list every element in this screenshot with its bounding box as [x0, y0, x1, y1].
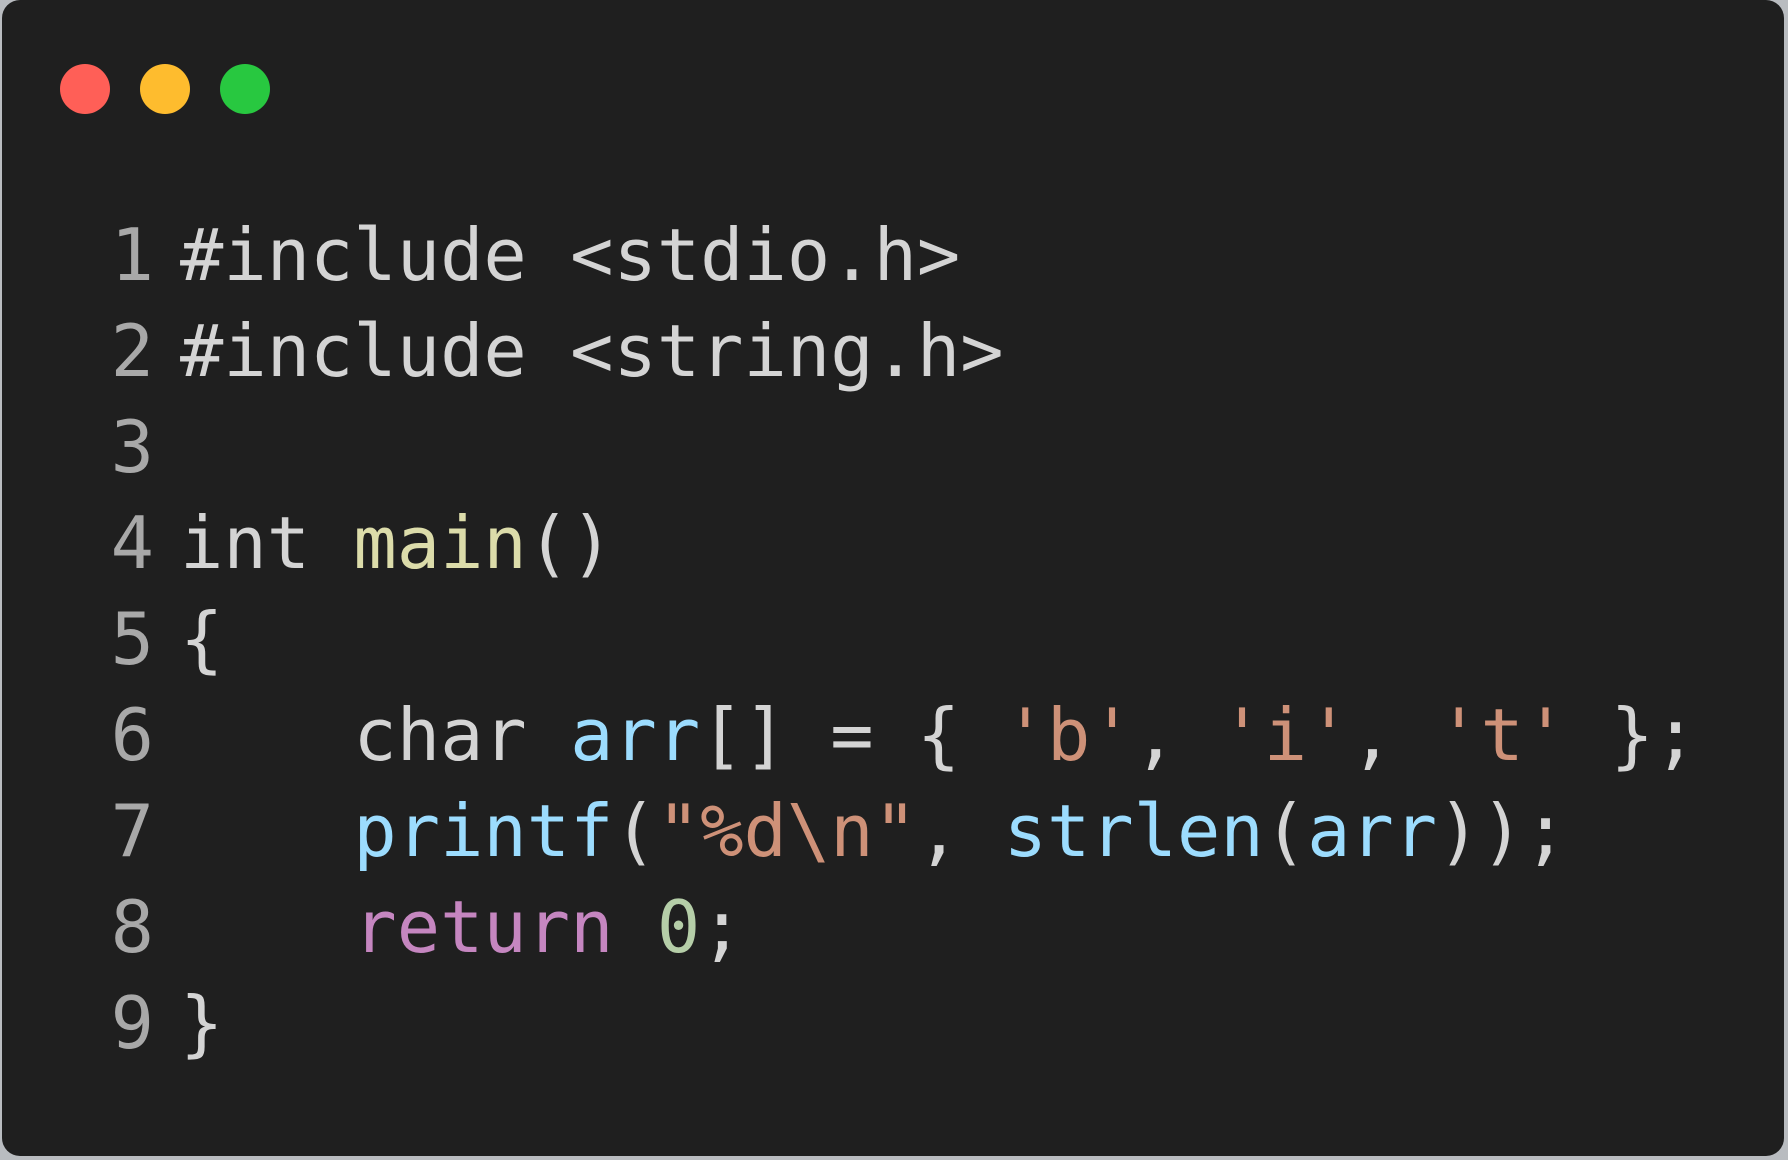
minimize-button[interactable] — [140, 64, 190, 114]
code-token: } — [180, 981, 224, 1065]
code-line: 7 printf("%d\n", strlen(arr)); — [110, 783, 1697, 879]
line-source: char arr[] = { 'b', 'i', 't' }; — [180, 687, 1697, 783]
code-line: 3 — [110, 399, 1697, 495]
line-source: } — [180, 975, 223, 1071]
line-source: { — [180, 591, 223, 687]
code-token: #include <stdio.h> — [180, 213, 961, 297]
code-token: [] = { — [700, 693, 1004, 777]
code-line: 8 return 0; — [110, 879, 1697, 975]
code-token: () — [526, 501, 614, 585]
zoom-button[interactable] — [220, 64, 270, 114]
code-token: { — [180, 597, 224, 681]
code-token: main — [353, 501, 527, 585]
code-token: #include <string.h> — [180, 309, 1004, 393]
line-source: return 0; — [180, 879, 744, 975]
line-number: 8 — [110, 885, 154, 969]
code-line: 5{ — [110, 591, 1697, 687]
line-source: printf("%d\n", strlen(arr)); — [180, 783, 1567, 879]
code-token: ( — [613, 789, 657, 873]
code-token: , — [916, 789, 1004, 873]
code-line: 4 int main() — [110, 495, 1697, 591]
line-number: 4 — [110, 501, 154, 585]
code-block: 1 #include <stdio.h> 2 #include <string.h> 3… — [110, 207, 1698, 1071]
line-number: 7 — [110, 789, 154, 873]
code-token: )); — [1437, 789, 1568, 873]
line-number: 2 — [110, 309, 154, 393]
line-number: 1 — [110, 213, 154, 297]
code-token: ( — [1263, 789, 1308, 873]
code-token: 0 — [656, 885, 701, 969]
code-window: 1 #include <stdio.h> 2 #include <string.h> 3… — [2, 0, 1784, 1156]
code-token: 't' — [1437, 693, 1568, 777]
code-token: "%d\n" — [656, 789, 917, 873]
code-token: , — [1350, 693, 1438, 777]
code-token: 'i' — [1220, 693, 1351, 777]
line-number: 5 — [110, 597, 154, 681]
code-line: 2 #include <string.h> — [110, 303, 1697, 399]
code-token: int — [180, 501, 354, 585]
code-token: arr — [570, 693, 701, 777]
code-token: 'b' — [1003, 693, 1134, 777]
line-number: 3 — [110, 405, 154, 489]
line-number: 9 — [110, 981, 154, 1065]
code-token: , — [1133, 693, 1221, 777]
close-button[interactable] — [60, 64, 110, 114]
code-line: 6 char arr[] = { 'b', 'i', 't' }; — [110, 687, 1698, 783]
code-token: ; — [700, 885, 744, 969]
code-token: arr — [1307, 789, 1438, 873]
line-source: #include <string.h> — [180, 303, 1004, 399]
code-token: char — [180, 693, 571, 777]
line-number: 6 — [110, 693, 154, 777]
code-token: strlen — [1003, 789, 1264, 873]
code-token: }; — [1567, 693, 1698, 777]
code-line: 1 #include <stdio.h> — [110, 207, 1697, 303]
code-line: 9} — [110, 975, 1697, 1071]
line-source: int main() — [180, 495, 613, 591]
code-token: printf — [353, 789, 614, 873]
line-source: #include <stdio.h> — [180, 207, 960, 303]
code-token: return — [353, 885, 657, 969]
